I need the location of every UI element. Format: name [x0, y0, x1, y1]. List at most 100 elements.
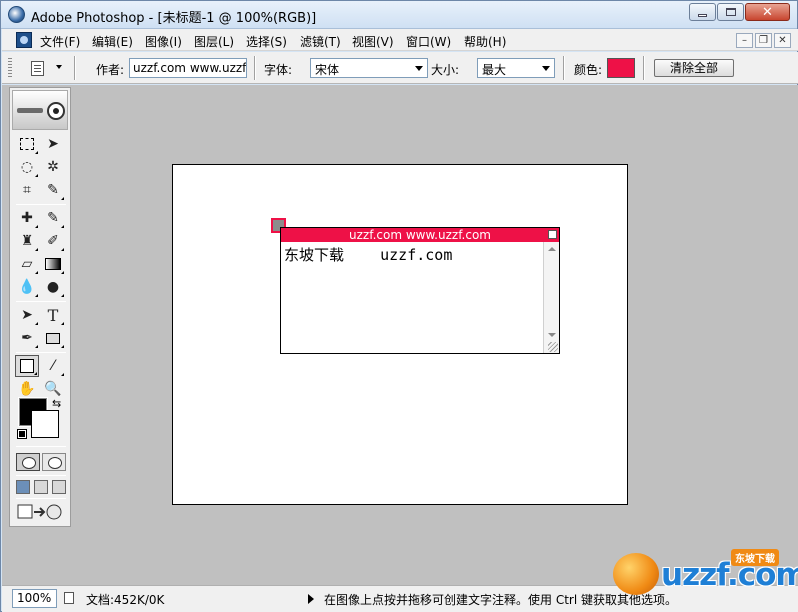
menu-image[interactable]: 图像(I) [145, 33, 182, 50]
submenu-indicator [35, 271, 38, 274]
shape-icon [46, 332, 60, 344]
notes-tool[interactable] [15, 355, 39, 377]
gradient-icon [45, 258, 61, 270]
crop-tool[interactable]: ⌗ [15, 179, 39, 201]
photoshop-app-icon[interactable] [8, 6, 25, 23]
dodge-tool[interactable]: ● [41, 276, 65, 298]
minimize-button[interactable] [689, 3, 716, 21]
menu-file[interactable]: 文件(F) [40, 33, 80, 50]
magic-wand-icon: ✲ [47, 159, 59, 175]
document-minimize-button[interactable]: – [736, 33, 753, 48]
zoom-level-input[interactable]: 100% [12, 589, 57, 608]
clear-all-button[interactable]: 清除全部 [654, 59, 734, 77]
watermark: uzzf.com 东坡下载 [613, 549, 798, 599]
move-tool[interactable]: ➤ [41, 133, 65, 155]
slice-tool[interactable]: ✎ [41, 179, 65, 201]
eye-icon [47, 102, 65, 120]
marquee-tool[interactable] [15, 133, 39, 155]
blur-tool[interactable]: 💧 [15, 276, 39, 298]
gradient-tool[interactable] [41, 253, 65, 275]
toolbox-separator [16, 475, 66, 476]
note-text-area[interactable]: 东坡下载 uzzf.com [283, 243, 542, 352]
note-scrollbar[interactable] [543, 242, 559, 353]
status-menu-arrow[interactable] [308, 594, 314, 604]
options-bar-grip[interactable] [8, 58, 12, 78]
menu-select[interactable]: 选择(S) [246, 33, 287, 50]
lasso-tool[interactable]: ◌ [15, 156, 39, 178]
marquee-icon [20, 138, 34, 150]
menu-view[interactable]: 视图(V) [352, 33, 394, 50]
healing-brush-tool[interactable]: ✚ [15, 207, 39, 229]
author-input[interactable]: uzzf.com www.uzzf. [129, 58, 247, 78]
type-tool[interactable]: T [41, 304, 65, 326]
submenu-indicator [35, 151, 38, 154]
submenu-indicator [61, 294, 64, 297]
document-close-button[interactable]: ✕ [774, 33, 791, 48]
move-icon: ➤ [47, 136, 59, 152]
toolbox-separator [16, 352, 66, 353]
submenu-indicator [35, 322, 38, 325]
eyedropper-tool[interactable]: ⁄ [41, 355, 65, 377]
font-select[interactable]: 宋体 [310, 58, 428, 78]
document-restore-button[interactable]: ❐ [755, 33, 772, 48]
resize-grip[interactable] [548, 342, 558, 352]
clone-stamp-tool[interactable]: ♜ [15, 230, 39, 252]
full-screen-mode-button[interactable] [52, 480, 66, 494]
standard-mode-button[interactable] [16, 453, 40, 471]
standard-screen-mode-button[interactable] [16, 480, 30, 494]
size-select-value: 最大 [482, 63, 507, 77]
type-icon: T [47, 305, 59, 325]
magic-wand-tool[interactable]: ✲ [41, 156, 65, 178]
note-title-bar[interactable]: uzzf.com www.uzzf.com [281, 228, 559, 242]
toolbox-header-logo[interactable] [12, 90, 68, 130]
history-brush-tool[interactable]: ✐ [41, 230, 65, 252]
toolbox-separator [16, 498, 66, 499]
lasso-icon: ◌ [20, 159, 34, 175]
full-screen-menu-mode-button[interactable] [34, 480, 48, 494]
size-select[interactable]: 最大 [477, 58, 555, 78]
dodge-icon: ● [46, 279, 60, 295]
note-color-swatch[interactable] [607, 58, 635, 78]
pen-tool[interactable]: ✒ [15, 327, 39, 349]
healing-brush-icon: ✚ [21, 210, 33, 226]
note-popup[interactable]: uzzf.com www.uzzf.com 东坡下载 uzzf.com [280, 227, 560, 354]
submenu-indicator [35, 248, 38, 251]
scroll-up-icon[interactable] [548, 247, 556, 251]
menu-window[interactable]: 窗口(W) [406, 33, 451, 50]
window-title: Adobe Photoshop - [未标题-1 @ 100%(RGB)] [31, 11, 317, 26]
menu-filter[interactable]: 滤镜(T) [300, 33, 341, 50]
document-control-icon[interactable] [16, 32, 32, 48]
notes-tool-icon [31, 61, 44, 76]
hand-tool[interactable]: ✋ [15, 378, 39, 400]
menu-layer[interactable]: 图层(L) [194, 33, 234, 50]
scroll-down-icon[interactable] [548, 333, 556, 337]
toolbox-separator [16, 446, 66, 447]
submenu-indicator [61, 373, 64, 376]
close-icon: ✕ [762, 4, 773, 20]
eraser-icon: ▱ [21, 256, 33, 272]
eraser-tool[interactable]: ▱ [15, 253, 39, 275]
close-button[interactable]: ✕ [745, 3, 790, 21]
background-color-swatch[interactable] [31, 410, 59, 438]
menu-help[interactable]: 帮助(H) [464, 33, 506, 50]
font-label: 字体: [264, 63, 293, 77]
document-info-icon[interactable] [64, 592, 74, 604]
jump-to-imageready-button[interactable] [16, 502, 64, 522]
watermark-badge: 东坡下载 [731, 549, 779, 566]
swap-colors-icon[interactable]: ⇆ [52, 397, 61, 410]
note-close-button[interactable] [548, 230, 557, 239]
shape-tool[interactable] [41, 327, 65, 349]
history-brush-icon: ✐ [47, 233, 59, 249]
font-select-value: 宋体 [315, 63, 340, 77]
quick-mask-mode-button[interactable] [42, 453, 66, 471]
maximize-button[interactable] [717, 3, 744, 21]
author-label: 作者: [96, 63, 125, 77]
menu-edit[interactable]: 编辑(E) [92, 33, 133, 50]
path-selection-tool[interactable]: ➤ [15, 304, 39, 326]
path-selection-icon: ➤ [21, 307, 33, 323]
chevron-down-icon [56, 65, 62, 69]
submenu-indicator [35, 294, 38, 297]
tool-preset-picker[interactable] [22, 57, 66, 79]
default-colors-icon[interactable] [17, 429, 27, 439]
brush-tool[interactable]: ✎ [41, 207, 65, 229]
